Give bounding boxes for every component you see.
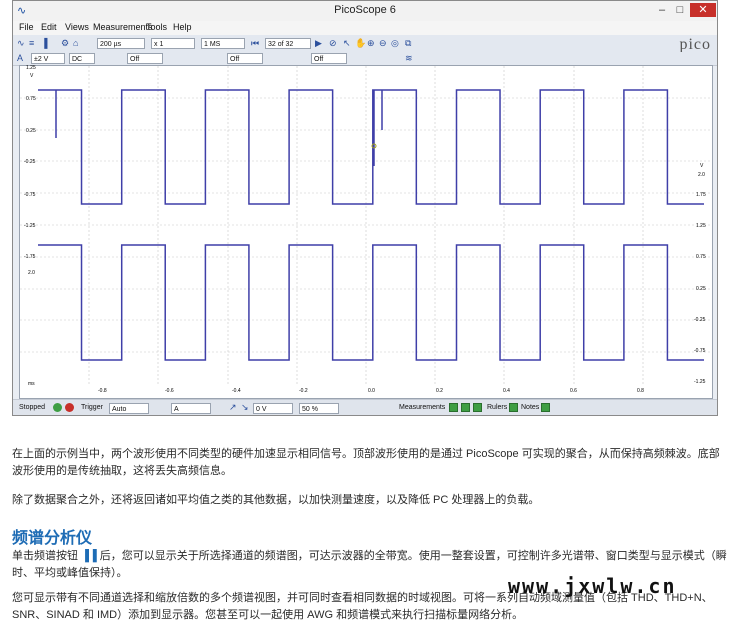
right-axis-tick: -0.75 [694,348,706,354]
add-measurement-icon[interactable] [449,403,458,412]
acquisition-state: Stopped [19,404,46,411]
minimize-icon[interactable]: – [653,3,671,17]
left-axis-tick: -1.25 [24,223,36,229]
x-axis-tick: -0.4 [232,388,241,394]
decimated-waveform [38,244,704,361]
x-axis-tick: 0.6 [570,388,577,394]
hand-icon[interactable]: ✋ [355,38,366,49]
first-buffer-icon[interactable]: ⏮ [251,38,259,49]
delete-measurement-icon[interactable] [473,403,482,412]
signal-generator-icon[interactable]: ≋ [405,53,413,64]
left-axis-tick: 2.0 [28,270,35,276]
right-axis-tick: 0.25 [696,286,706,292]
status-bar: Stopped Trigger Auto A ↗ ↘ 0 V 50 % Meas… [13,399,717,415]
x-axis-tick: -0.8 [98,388,107,394]
channel-a-coupling[interactable]: DC [69,53,95,64]
persistence-mode-icon[interactable]: ≡ [29,38,34,48]
scope-mode-icon[interactable]: ∿ [17,38,25,49]
x-axis-tick: -0.2 [299,388,308,394]
settings-icon[interactable]: ⚙ [61,38,69,49]
edit-measurement-icon[interactable] [461,403,470,412]
pretrigger-input[interactable]: 50 % [299,403,339,414]
left-axis-tick: 0.75 [26,96,36,102]
channel-a-icon[interactable]: A [17,53,23,63]
trigger-label: Trigger [81,404,103,411]
paragraph-3-start: 单击频谱按钮 [12,550,78,562]
x-axis-unit: ms [28,381,35,387]
article-paragraph-2: 除了数据聚合之外，还将返回诸如平均值之类的其他数据，以加快测量速度，以及降低 P… [12,494,540,506]
rising-edge-icon[interactable]: ↗ [229,402,237,413]
channel-a-range[interactable]: ±2 V [31,53,65,64]
notes-icon[interactable] [541,403,550,412]
spectrum-button-icon: ▐▐ [81,550,97,562]
home-icon[interactable]: ⌂ [73,38,78,48]
channel-a-filter[interactable]: Off [127,53,163,64]
menu-edit[interactable]: Edit [41,22,57,32]
picoscope-window: ∿ PicoScope 6 – □ ✕ File Edit Views Meas… [12,0,718,416]
scope-plot-area[interactable]: 1.25 V 0.75 0.25 -0.25 -0.75 -1.25 -1.75… [19,65,713,399]
menu-bar: File Edit Views Measurements Tools Help [13,21,717,35]
trigger-channel-select[interactable]: A [171,403,211,414]
right-axis-tick: 1.75 [696,192,706,198]
buffer-counter[interactable]: 32 of 32 [265,38,311,49]
main-toolbar: ∿ ≡ ▐ ⚙ ⌂ 200 µs x 1 1 MS ⏮ 32 of 32 ▶ ⊘… [13,35,717,53]
right-axis-tick: 1.25 [696,223,706,229]
zoom-in-icon[interactable]: ⊕ [367,38,375,49]
right-axis-tick: 0.75 [696,254,706,260]
channel-b-filter[interactable]: Off [227,53,263,64]
left-axis-tick: -0.25 [24,159,36,165]
samples-select[interactable]: 1 MS [201,38,245,49]
clear-buffer-icon[interactable]: ⊘ [329,38,337,49]
x-axis-tick: 0.8 [637,388,644,394]
left-axis-tick: 0.25 [26,128,36,134]
left-axis-tick: -0.75 [24,192,36,198]
menu-help[interactable]: Help [173,22,192,32]
menu-measurements[interactable]: Measurements [93,22,153,32]
waveform-svg [20,66,712,384]
stop-icon[interactable] [65,403,74,412]
left-axis-tick: 1.25 [26,65,36,71]
rulers-label[interactable]: Rulers [487,404,507,411]
left-axis-tick: -1.75 [24,254,36,260]
x-axis-tick: 0.2 [436,388,443,394]
notes-label[interactable]: Notes [521,404,539,411]
trigger-level-input[interactable]: 0 V [253,403,293,414]
right-axis-tick: -0.25 [694,317,706,323]
channel-toolbar: A ±2 V DC Off Off Off ≋ [13,52,717,66]
right-axis-tick: 2.0 [698,172,705,178]
right-axis-tick: -1.25 [694,379,706,385]
rulers-icon[interactable] [509,403,518,412]
title-bar: ∿ PicoScope 6 – □ ✕ [13,1,717,22]
menu-tools[interactable]: Tools [146,22,167,32]
next-buffer-icon[interactable]: ▶ [315,38,322,49]
zoom-fit-icon[interactable]: ⧉ [405,38,411,49]
spectrum-mode-icon[interactable]: ▐ [41,38,47,48]
menu-file[interactable]: File [19,22,34,32]
trigger-mode-select[interactable]: Auto [109,403,149,414]
article-paragraph-1: 在上面的示例当中，两个波形使用不同类型的硬件加速显示相同信号。顶部波形使用的是通… [12,448,720,477]
x-axis-tick: 0.0 [368,388,375,394]
right-axis-unit: V [700,163,704,169]
watermark-logo: www.jxwlw.cn [508,574,677,598]
falling-edge-icon[interactable]: ↘ [241,402,249,413]
aggregated-waveform [38,89,704,205]
menu-views[interactable]: Views [65,22,89,32]
window-title: PicoScope 6 [334,4,396,16]
measurements-label: Measurements [399,404,446,411]
zoom-out-icon[interactable]: ⊖ [379,38,387,49]
x-axis-tick: 0.4 [503,388,510,394]
section-heading: 频谱分析仪 [12,530,93,547]
x-axis-tick: -0.6 [165,388,174,394]
start-icon[interactable] [53,403,62,412]
timebase-select[interactable]: 200 µs [97,38,145,49]
channel-c-filter[interactable]: Off [311,53,347,64]
maximize-icon[interactable]: □ [671,3,689,17]
zoom-select[interactable]: x 1 [151,38,195,49]
pointer-icon[interactable]: ↖ [343,38,351,49]
left-axis-unit: V [30,73,34,79]
zoom-area-icon[interactable]: ◎ [391,38,399,49]
close-icon[interactable]: ✕ [690,3,716,17]
